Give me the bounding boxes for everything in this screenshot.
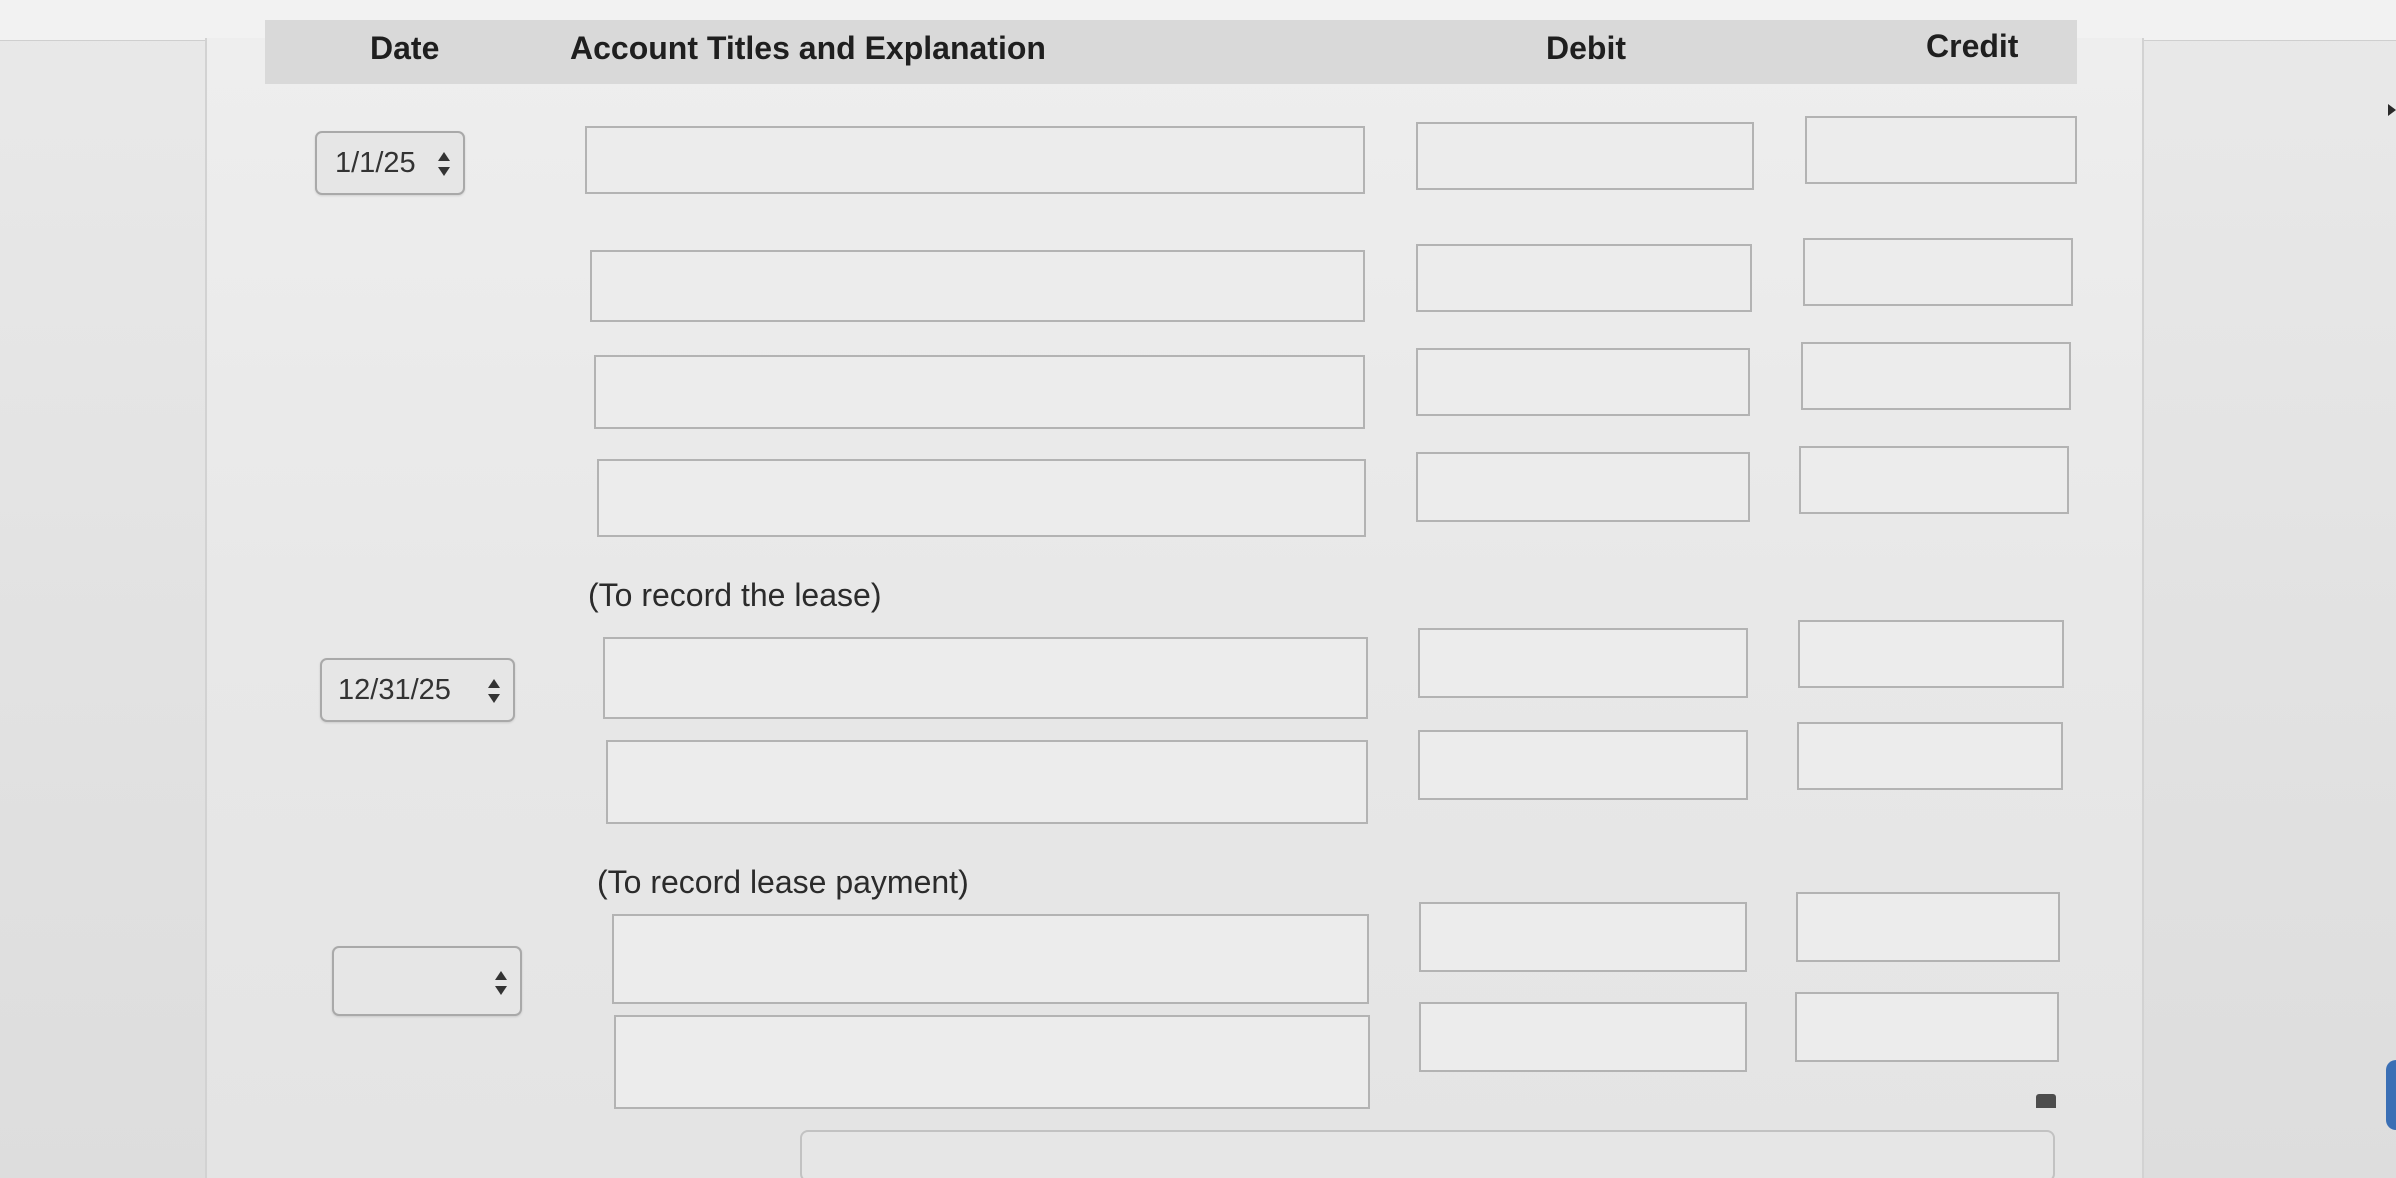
table-header-bar: [265, 20, 2077, 84]
account-input-entry-2-row-2[interactable]: [606, 740, 1368, 824]
debit-input-entry-3-row-2[interactable]: [1419, 1002, 1747, 1072]
debit-input-entry-2-row-1[interactable]: [1418, 628, 1748, 698]
header-account-titles: Account Titles and Explanation: [570, 30, 1046, 66]
account-input-entry-3-row-2[interactable]: [614, 1015, 1370, 1109]
date-select-entry-3[interactable]: [332, 946, 522, 1016]
cursor-arrow-icon: [2388, 104, 2396, 116]
account-input-entry-1-row-1[interactable]: [585, 126, 1365, 194]
credit-input-entry-1-row-4[interactable]: [1799, 446, 2069, 514]
debit-input-entry-1-row-2[interactable]: [1416, 244, 1752, 312]
date-select-value: 12/31/25: [338, 674, 451, 706]
up-down-arrows-icon: [488, 679, 500, 703]
journal-entry-screen: Date Account Titles and Explanation Debi…: [0, 0, 2396, 1178]
credit-input-entry-3-row-2[interactable]: [1795, 992, 2059, 1062]
debit-input-entry-1-row-4[interactable]: [1416, 452, 1750, 522]
header-debit: Debit: [1546, 30, 1626, 66]
edge-scroll-knob[interactable]: [2386, 1060, 2396, 1130]
account-input-entry-1-row-4[interactable]: [597, 459, 1366, 537]
lock-icon: [2036, 1094, 2056, 1108]
account-input-entry-2-row-1[interactable]: [603, 637, 1368, 719]
date-select-entry-1[interactable]: 1/1/25: [315, 131, 465, 195]
account-input-entry-1-row-2[interactable]: [590, 250, 1365, 322]
debit-input-entry-3-row-1[interactable]: [1419, 902, 1747, 972]
credit-input-entry-1-row-3[interactable]: [1801, 342, 2071, 410]
credit-input-entry-3-row-1[interactable]: [1796, 892, 2060, 962]
credit-input-entry-1-row-1[interactable]: [1805, 116, 2077, 184]
credit-input-entry-1-row-2[interactable]: [1803, 238, 2073, 306]
date-select-entry-2[interactable]: 12/31/25: [320, 658, 515, 722]
date-select-value: 1/1/25: [335, 147, 416, 179]
account-input-entry-3-row-1[interactable]: [612, 914, 1369, 1004]
up-down-arrows-icon: [495, 971, 507, 995]
header-credit: Credit: [1926, 28, 2019, 64]
up-down-arrows-icon: [438, 152, 450, 176]
credit-input-entry-2-row-1[interactable]: [1798, 620, 2064, 688]
header-date: Date: [370, 30, 440, 66]
bottom-input-bar[interactable]: [800, 1130, 2055, 1178]
debit-input-entry-1-row-3[interactable]: [1416, 348, 1750, 416]
debit-input-entry-1-row-1[interactable]: [1416, 122, 1754, 190]
memo-entry-1: (To record the lease): [588, 577, 882, 613]
memo-entry-2: (To record lease payment): [597, 864, 969, 900]
debit-input-entry-2-row-2[interactable]: [1418, 730, 1748, 800]
credit-input-entry-2-row-2[interactable]: [1797, 722, 2063, 790]
account-input-entry-1-row-3[interactable]: [594, 355, 1365, 429]
